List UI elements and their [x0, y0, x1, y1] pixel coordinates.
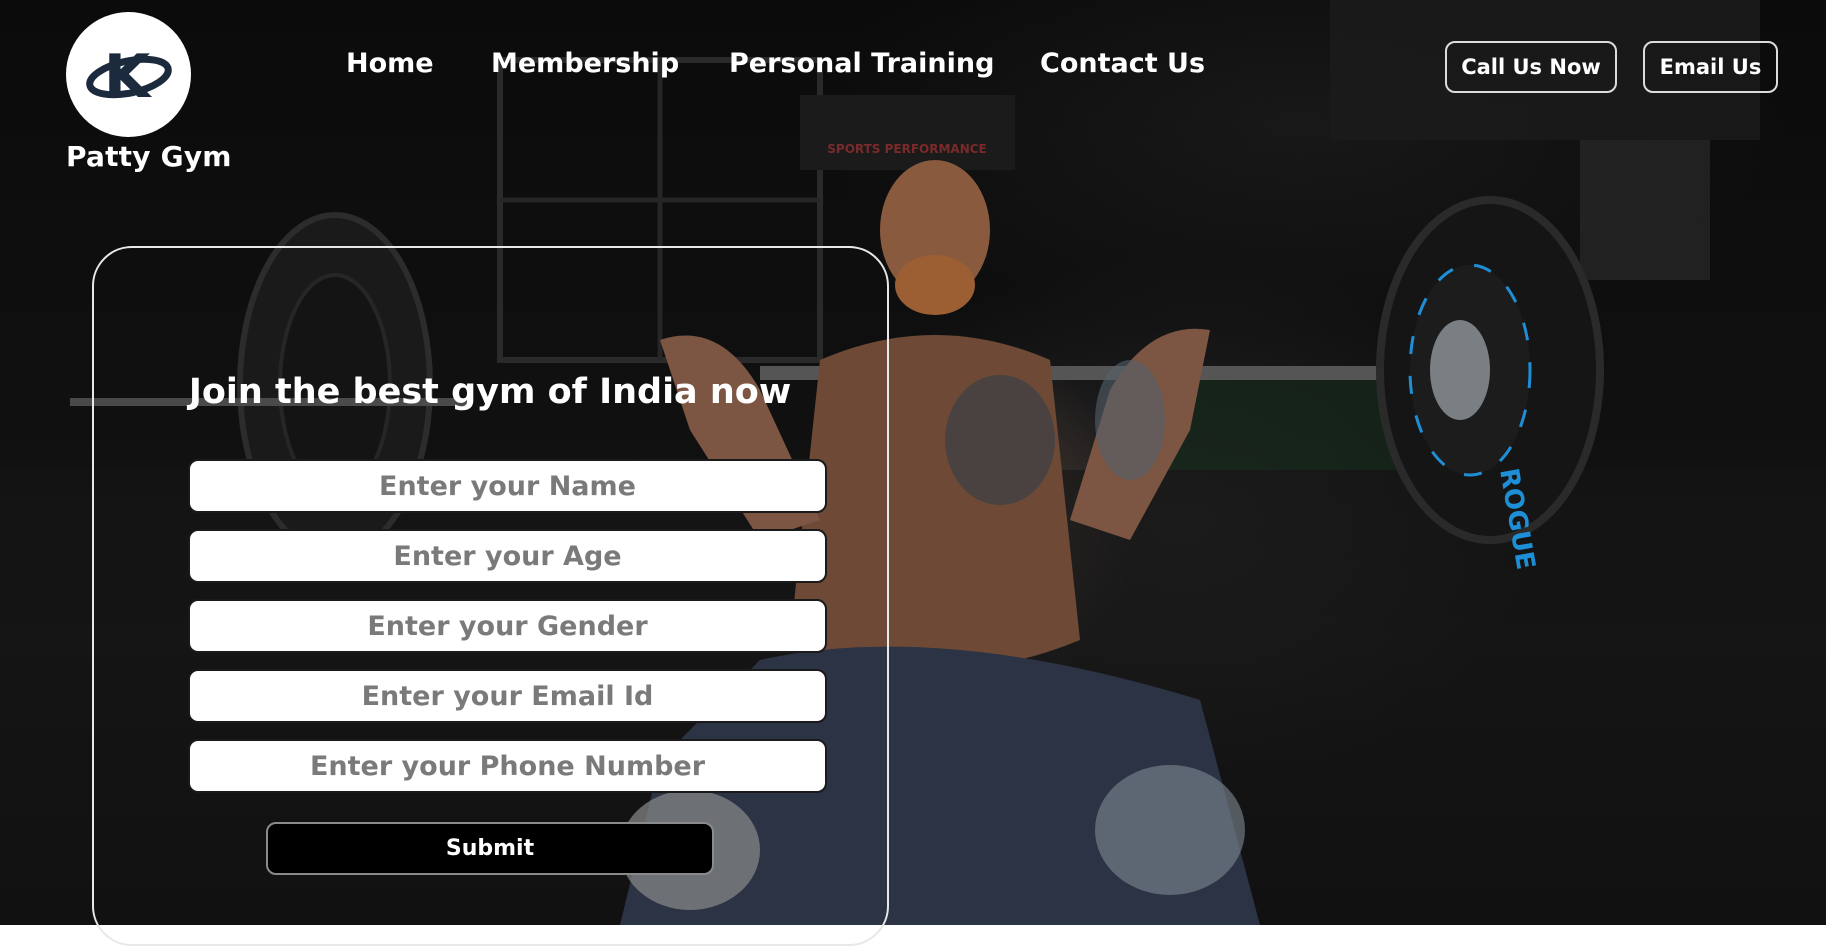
email-us-button[interactable]: Email Us	[1643, 41, 1778, 93]
nav-membership[interactable]: Membership	[491, 48, 679, 79]
call-us-button[interactable]: Call Us Now	[1445, 41, 1617, 93]
age-input[interactable]	[188, 529, 827, 583]
logo-letter: K	[103, 42, 152, 112]
gender-input[interactable]	[188, 599, 827, 653]
brand-name: Patty Gym	[66, 140, 232, 173]
logo[interactable]: K	[66, 12, 191, 137]
k-swoosh-logo-icon: K	[85, 42, 172, 112]
phone-input[interactable]	[188, 739, 827, 793]
name-input[interactable]	[188, 459, 827, 513]
submit-button[interactable]: Submit	[266, 822, 714, 875]
form-title: Join the best gym of India now	[188, 372, 792, 412]
email-input[interactable]	[188, 669, 827, 723]
nav-contact-us[interactable]: Contact Us	[1040, 48, 1205, 79]
poster-text: SPORTS PERFORMANCE	[827, 142, 987, 156]
nav-personal-training[interactable]: Personal Training	[729, 48, 994, 79]
nav-home[interactable]: Home	[346, 48, 434, 79]
